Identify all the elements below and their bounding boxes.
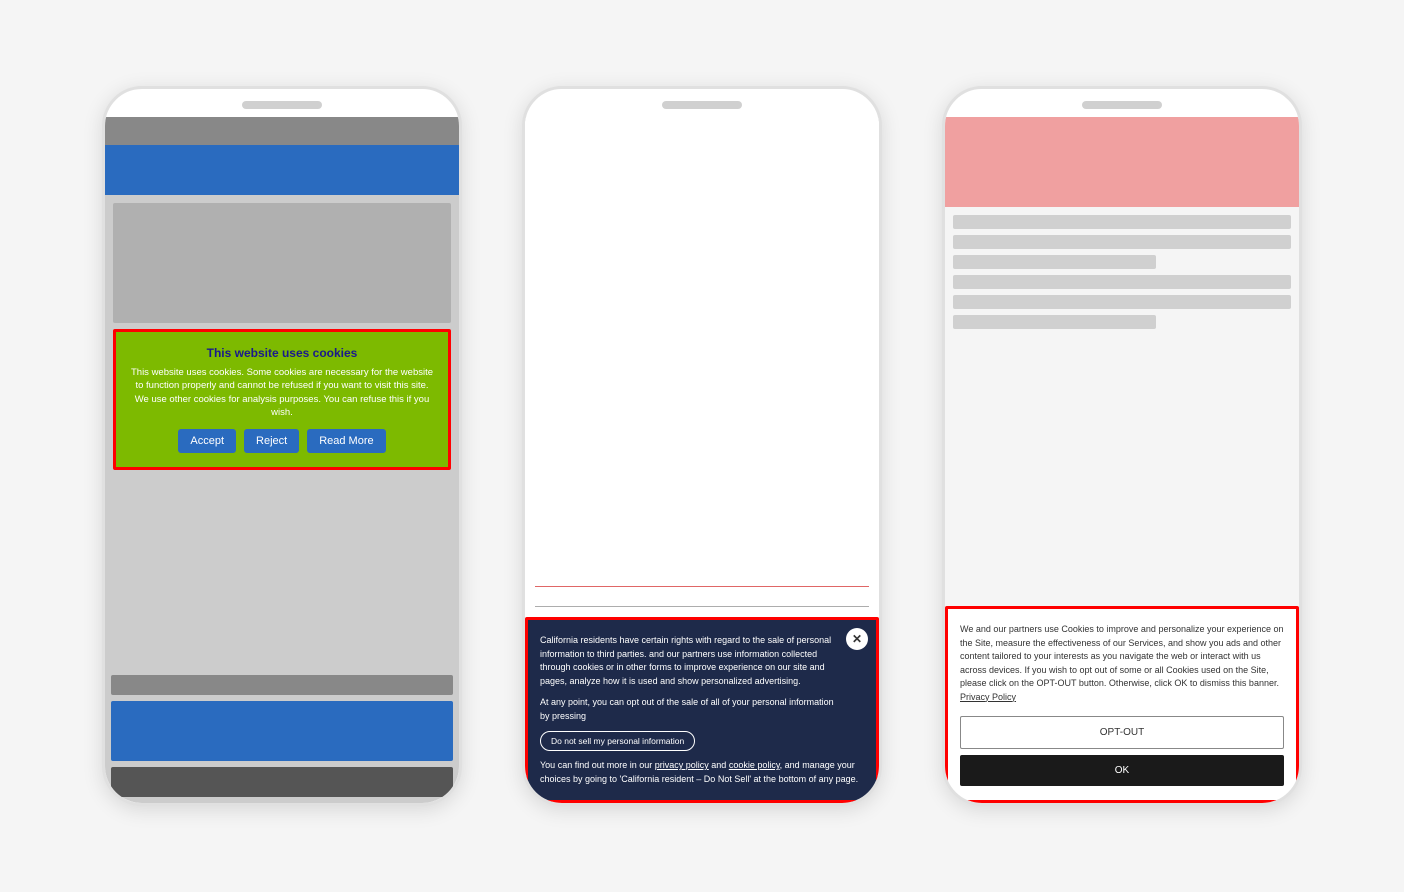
- p1-bottom-blue: [111, 701, 453, 761]
- accept-button-phone1[interactable]: Accept: [178, 429, 236, 453]
- cookie-title-phone1: This website uses cookies: [128, 346, 436, 360]
- phone-3: We and our partners use Cookies to impro…: [942, 86, 1302, 806]
- phone-screen-3: We and our partners use Cookies to impro…: [945, 117, 1299, 803]
- read-more-button-phone1[interactable]: Read More: [307, 429, 385, 453]
- ok-button-phone3[interactable]: OK: [960, 755, 1284, 786]
- phone-notch-1: [242, 101, 322, 109]
- phone3-content: We and our partners use Cookies to impro…: [945, 117, 1299, 803]
- p3-line-6: [953, 315, 1156, 329]
- phone-screen-1: This website uses cookies This website u…: [105, 117, 459, 803]
- cookie-para3-phone2: You can find out more in our privacy pol…: [540, 759, 864, 786]
- opt-out-button-phone3[interactable]: OPT-OUT: [960, 716, 1284, 749]
- phone1-content: This website uses cookies This website u…: [105, 117, 459, 803]
- opt-out-pill-phone2[interactable]: Do not sell my personal information: [540, 731, 695, 751]
- p3-line-2: [953, 235, 1291, 249]
- close-button-phone2[interactable]: ✕: [846, 628, 868, 650]
- phones-container: This website uses cookies This website u…: [62, 46, 1342, 846]
- p2-red-line: [535, 586, 869, 587]
- cookie-body-phone3: We and our partners use Cookies to impro…: [960, 623, 1284, 704]
- p1-bottom-gray: [111, 675, 453, 695]
- p1-gray-block: [113, 203, 451, 323]
- p3-line-1: [953, 215, 1291, 229]
- privacy-link-phone2[interactable]: privacy policy: [655, 760, 709, 770]
- p1-bottom-dark: [111, 767, 453, 797]
- phone-notch-2: [662, 101, 742, 109]
- phone2-content: ✕ California residents have certain righ…: [525, 117, 879, 803]
- cookie-buttons-phone1: Accept Reject Read More: [128, 429, 436, 453]
- cookie-para1-phone2: California residents have certain rights…: [540, 634, 864, 688]
- cookie-para2-phone2: At any point, you can opt out of the sal…: [540, 696, 864, 723]
- reject-button-phone1[interactable]: Reject: [244, 429, 299, 453]
- cookie-banner-phone1: This website uses cookies This website u…: [113, 329, 451, 470]
- phone-1: This website uses cookies This website u…: [102, 86, 462, 806]
- p1-blue-bar: [105, 145, 459, 195]
- p2-dark-line: [535, 606, 869, 607]
- p1-content-area: This website uses cookies This website u…: [105, 195, 459, 669]
- phone-2: ✕ California residents have certain righ…: [522, 86, 882, 806]
- privacy-link-phone3[interactable]: Privacy Policy: [960, 692, 1016, 702]
- p3-line-4: [953, 275, 1291, 289]
- p3-line-5: [953, 295, 1291, 309]
- cookie-banner-phone3: We and our partners use Cookies to impro…: [945, 606, 1299, 803]
- p2-white-area: [525, 117, 879, 617]
- cookie-policy-link-phone2[interactable]: cookie policy: [729, 760, 780, 770]
- p3-gray-lines: [945, 207, 1299, 606]
- p1-gray-bar: [105, 117, 459, 145]
- p3-line-3: [953, 255, 1156, 269]
- cookie-banner-phone2: ✕ California residents have certain righ…: [525, 617, 879, 803]
- cookie-body-phone1: This website uses cookies. Some cookies …: [128, 366, 436, 419]
- phone-notch-3: [1082, 101, 1162, 109]
- phone-screen-2: ✕ California residents have certain righ…: [525, 117, 879, 803]
- p3-pink-bar: [945, 117, 1299, 207]
- p1-bottom-area: [105, 669, 459, 803]
